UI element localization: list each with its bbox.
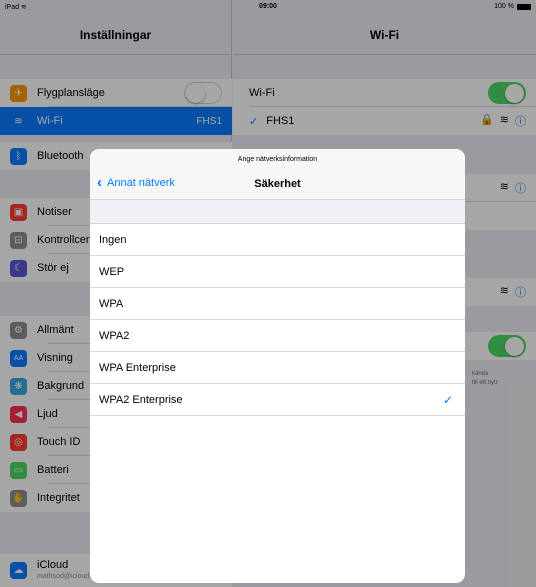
security-sheet: Ange nätverksinformation ‹ Annat nätverk… [90, 149, 465, 583]
security-option[interactable]: Ingen [90, 224, 465, 256]
security-option[interactable]: WPA Enterprise [90, 352, 465, 384]
option-label: Ingen [99, 233, 127, 246]
sheet-prompt: Ange nätverksinformation [237, 156, 318, 163]
option-label: WPA Enterprise [99, 361, 176, 374]
section-gap [90, 200, 465, 224]
security-option-selected[interactable]: WPA2 Enterprise ✓ [90, 384, 465, 416]
security-option[interactable]: WPA [90, 288, 465, 320]
option-label: WPA [99, 297, 124, 310]
sheet-title: Säkerhet [254, 178, 301, 190]
option-label: WEP [99, 265, 125, 278]
sheet-header: Ange nätverksinformation ‹ Annat nätverk… [90, 149, 465, 200]
security-option[interactable]: WEP [90, 256, 465, 288]
option-label: WPA2 [99, 329, 130, 342]
checkmark-icon: ✓ [442, 392, 453, 407]
option-label: WPA2 Enterprise [99, 393, 183, 406]
security-option[interactable]: WPA2 [90, 320, 465, 352]
